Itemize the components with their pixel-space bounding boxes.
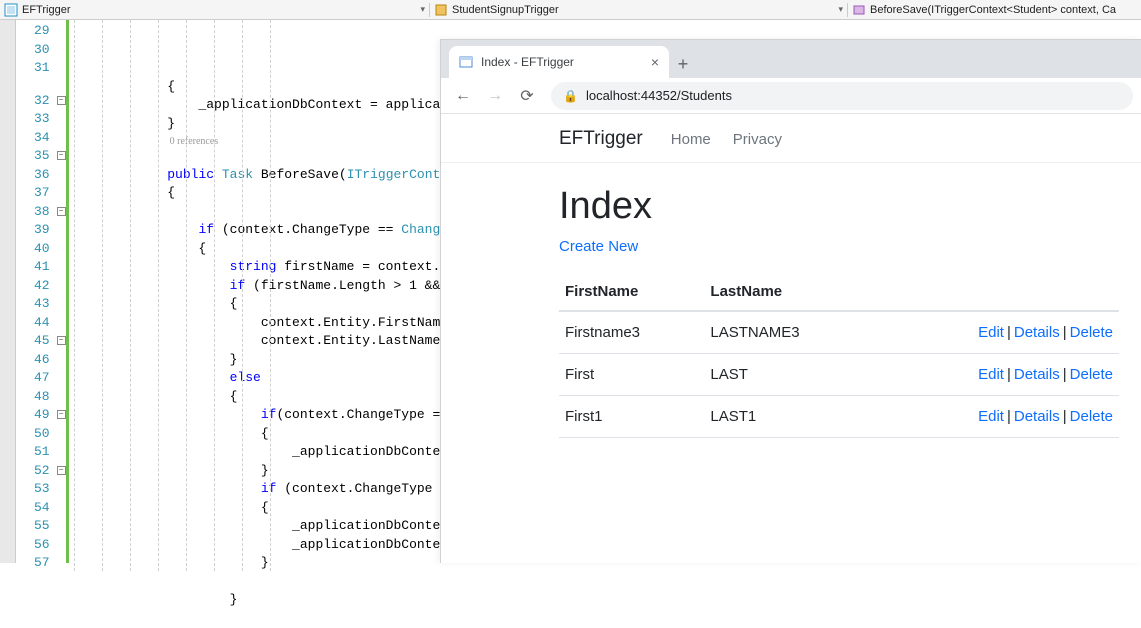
table-row: FirstLASTEdit|Details|Delete	[559, 354, 1119, 396]
students-table: FirstName LastName Firstname3LASTNAME3Ed…	[559, 273, 1119, 438]
delete-link[interactable]: Delete	[1070, 324, 1113, 341]
cell-firstname: First	[559, 354, 704, 396]
nav-member-dropdown[interactable]: BeforeSave(ITriggerContext<Student> cont…	[848, 3, 1141, 17]
cell-lastname: LAST1	[704, 396, 873, 438]
nav-class-dropdown[interactable]: StudentSignupTrigger ▾	[430, 3, 848, 17]
table-row: Firstname3LASTNAME3Edit|Details|Delete	[559, 311, 1119, 354]
browser-tab[interactable]: Index - EFTrigger ×	[449, 46, 669, 78]
site-navbar: EFTrigger Home Privacy	[441, 114, 1141, 163]
cell-actions: Edit|Details|Delete	[874, 354, 1119, 396]
vs-nav-bar: EFTrigger ▾ StudentSignupTrigger ▾ Befor…	[0, 0, 1141, 20]
new-tab-button[interactable]: +	[669, 50, 697, 78]
page-body: Index Create New FirstName LastName Firs…	[441, 163, 1141, 438]
lock-icon: 🔒	[563, 89, 578, 103]
collapse-toggle[interactable]: −	[57, 96, 66, 105]
edit-link[interactable]: Edit	[978, 366, 1004, 383]
nav-namespace-dropdown[interactable]: EFTrigger ▾	[0, 3, 430, 17]
close-icon[interactable]: ×	[651, 54, 659, 70]
nav-link-privacy[interactable]: Privacy	[733, 131, 782, 148]
reload-button[interactable]: ⟳	[513, 82, 541, 110]
cell-actions: Edit|Details|Delete	[874, 396, 1119, 438]
page-title: Index	[559, 185, 1141, 228]
method-icon	[852, 3, 866, 17]
details-link[interactable]: Details	[1014, 366, 1060, 383]
editor-scrollbar[interactable]	[0, 20, 16, 563]
page-content: EFTrigger Home Privacy Index Create New …	[441, 114, 1141, 563]
nav-class-label: StudentSignupTrigger	[452, 4, 559, 16]
table-row: First1LAST1Edit|Details|Delete	[559, 396, 1119, 438]
browser-window: Index - EFTrigger × + ← → ⟳ 🔒 localhost:…	[440, 39, 1141, 563]
cell-actions: Edit|Details|Delete	[874, 311, 1119, 354]
cell-lastname: LAST	[704, 354, 873, 396]
brand-label[interactable]: EFTrigger	[559, 128, 643, 150]
address-bar[interactable]: 🔒 localhost:44352/Students	[551, 82, 1133, 110]
col-firstname: FirstName	[559, 273, 704, 311]
nav-member-label: BeforeSave(ITriggerContext<Student> cont…	[870, 4, 1116, 16]
tab-title: Index - EFTrigger	[481, 55, 574, 69]
favicon-icon	[459, 55, 473, 69]
csharp-project-icon	[4, 3, 18, 17]
details-link[interactable]: Details	[1014, 408, 1060, 425]
delete-link[interactable]: Delete	[1070, 366, 1113, 383]
code-line[interactable]	[74, 610, 1141, 628]
chevron-down-icon: ▾	[838, 4, 843, 15]
line-number-gutter: 2930313233343536373839404142434445464748…	[16, 20, 56, 563]
cell-firstname: Firstname3	[559, 311, 704, 354]
forward-button[interactable]: →	[481, 82, 509, 110]
edit-link[interactable]: Edit	[978, 324, 1004, 341]
edit-link[interactable]: Edit	[978, 408, 1004, 425]
code-line[interactable]: }	[74, 591, 1141, 610]
create-new-link[interactable]: Create New	[559, 238, 638, 255]
nav-namespace-label: EFTrigger	[22, 4, 71, 16]
change-marker	[66, 20, 69, 563]
code-line[interactable]	[74, 573, 1141, 592]
back-button[interactable]: ←	[449, 82, 477, 110]
collapse-toggle[interactable]: −	[57, 466, 66, 475]
delete-link[interactable]: Delete	[1070, 408, 1113, 425]
browser-tabbar: Index - EFTrigger × +	[441, 40, 1141, 78]
cell-lastname: LASTNAME3	[704, 311, 873, 354]
class-icon	[434, 3, 448, 17]
collapse-toggle[interactable]: −	[57, 207, 66, 216]
col-lastname: LastName	[704, 273, 873, 311]
nav-link-home[interactable]: Home	[671, 131, 711, 148]
collapse-toggle[interactable]: −	[57, 336, 66, 345]
browser-toolbar: ← → ⟳ 🔒 localhost:44352/Students	[441, 78, 1141, 114]
chevron-down-icon: ▾	[420, 4, 425, 15]
details-link[interactable]: Details	[1014, 324, 1060, 341]
cell-firstname: First1	[559, 396, 704, 438]
outline-margin: − − − − − −	[56, 20, 70, 563]
collapse-toggle[interactable]: −	[57, 151, 66, 160]
col-actions	[874, 273, 1119, 311]
collapse-toggle[interactable]: −	[57, 410, 66, 419]
url-text: localhost:44352/Students	[586, 88, 732, 103]
